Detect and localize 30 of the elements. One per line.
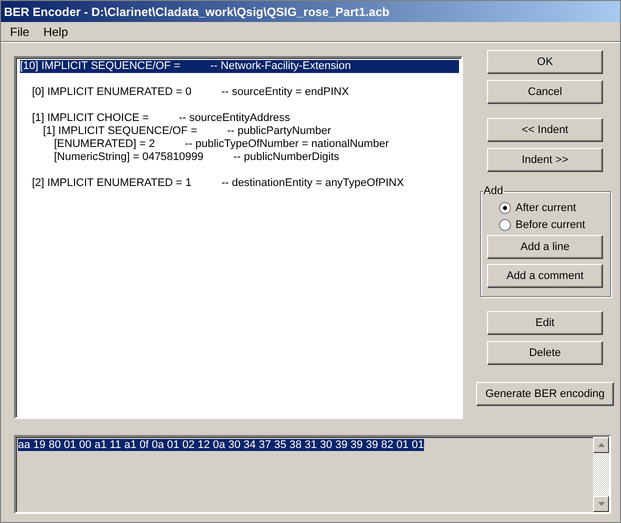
dialog-button[interactable]: Cancel	[487, 80, 603, 104]
radio-icon[interactable]	[498, 202, 510, 214]
menu-item[interactable]: File	[10, 24, 30, 38]
tree-item[interactable]: [1] IMPLICIT CHOICE = -- sourceEntityAddress	[32, 112, 460, 125]
encoding-text: aa 19 80 01 00 a1 11 a1 0f 0a 01 02 12 0a 30 34 37 35 38 31 30 39 39 39 82 01 01	[18, 439, 424, 451]
scroll-down-icon[interactable]	[593, 496, 609, 512]
indent-button[interactable]: << Indent	[487, 118, 603, 142]
tree-item[interactable]: [NumericString] = 0475810999 -- publicNumberDigits	[54, 151, 460, 164]
tree-item[interactable]: [1] IMPLICIT SEQUENCE/OF = -- publicPartyNumber	[43, 125, 460, 138]
generate-button[interactable]: Generate BER encoding	[476, 382, 614, 406]
tree-item[interactable]: [ENUMERATED] = 2 -- publicTypeOfNumber = nationalNumber	[54, 138, 460, 151]
menu-item[interactable]: Help	[43, 24, 68, 38]
radio-option[interactable]: After current	[498, 199, 576, 216]
edit-button[interactable]: Delete	[487, 341, 603, 365]
scrollbar[interactable]	[593, 437, 609, 512]
add-button[interactable]: Add a line	[487, 235, 603, 259]
tree-list[interactable]	[14, 56, 464, 419]
tree-item[interactable]: [0] IMPLICIT ENUMERATED = 0 -- sourceEntity = endPINX	[32, 86, 460, 99]
group-title: Add	[482, 185, 504, 197]
tree-item[interactable]: [10] IMPLICIT SEQUENCE/OF = -- Network-Facility-Extension	[20, 60, 460, 73]
scroll-up-icon[interactable]	[593, 437, 609, 453]
tree-item[interactable]: [2] IMPLICIT ENUMERATED = 1 -- destinationEntity = anyTypeOfPINX	[32, 177, 460, 190]
add-button[interactable]: Add a comment	[487, 264, 603, 288]
dialog-button[interactable]: OK	[487, 50, 603, 74]
indent-button[interactable]: Indent >>	[487, 148, 603, 172]
edit-button[interactable]: Edit	[487, 311, 603, 335]
encoding-field[interactable]: aa 19 80 01 00 a1 11 a1 0f 0a 01 02 12 0a 30 34 37 35 38 31 30 39 39 39 82 01 01	[14, 435, 611, 514]
radio-icon[interactable]	[498, 218, 510, 230]
radio-option[interactable]: Before current	[498, 216, 586, 233]
window-title: BER Encoder - D:\Clarinet\Cladata_work\Qsig\QSIG_rose_Part1.acb	[4, 4, 390, 18]
